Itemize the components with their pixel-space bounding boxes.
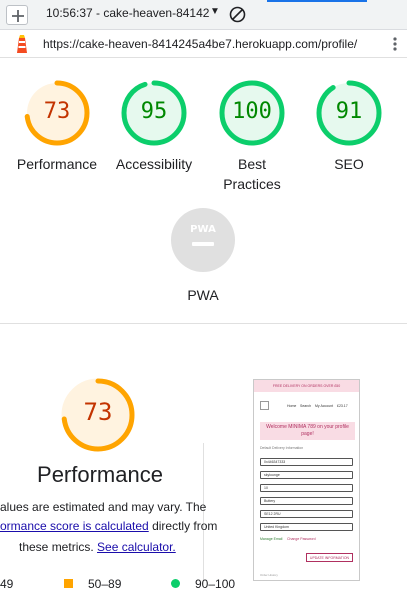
legend-pass-range: 90–100	[195, 577, 236, 591]
legend-average-square-icon	[64, 579, 73, 588]
thumb-field: United Kingdom	[260, 523, 353, 531]
thumb-field: 0x446347333	[260, 458, 353, 466]
thumb-field: skylounge	[260, 471, 353, 479]
gauge-accessibility[interactable]: 95 Accessibility	[116, 80, 192, 172]
active-tab-indicator	[267, 0, 367, 2]
lighthouse-icon	[17, 35, 27, 53]
devtools-toolbar: 10:56:37 - cake-heaven-84142 ▼	[0, 0, 407, 30]
gauge-label-best-practices: Best Practices	[223, 156, 281, 192]
page-screenshot-thumbnail[interactable]: FREE DELIVERY ON ORDERS OVER £50 Home Se…	[253, 379, 360, 581]
thumb-banner: FREE DELIVERY ON ORDERS OVER £50	[254, 380, 359, 392]
gauge-best-practices[interactable]: 100 Best Practices	[219, 80, 285, 192]
metrics-note-line3-prefix: these metrics.	[19, 540, 98, 554]
gauge-score-performance: 73	[43, 99, 71, 124]
thumb-manage-email: Manage Email	[260, 537, 283, 541]
thumb-welcome: Welcome MINIMA 789 on your profile page!	[260, 422, 355, 440]
gauge-label-performance: Performance	[16, 156, 98, 172]
performance-detail-title: Performance	[37, 462, 163, 487]
thumb-nav-home: Home	[287, 404, 297, 408]
pwa-badge-text: PWA	[190, 224, 216, 235]
thumb-change-password: Change Password	[287, 537, 316, 541]
metrics-note-line2-rest: directly from	[148, 519, 218, 533]
gauge-score-accessibility: 95	[140, 99, 168, 124]
thumb-update-button: UPDATE INFORMATION	[306, 553, 353, 562]
gauge-pwa[interactable]: PWA PWA	[171, 208, 235, 303]
gauge-label-pwa: PWA	[187, 287, 219, 303]
metrics-note-line3: these metrics. See calculator.	[19, 540, 176, 554]
gauge-score-best-practices: 100	[232, 99, 272, 124]
thumb-nav-account: My Account	[315, 404, 334, 408]
section-divider	[0, 323, 407, 324]
performance-detail-score: 73	[83, 398, 113, 426]
thumb-nav-search: Search	[300, 404, 312, 408]
thumb-footer: Order History	[260, 573, 278, 577]
kebab-menu-icon[interactable]	[389, 36, 401, 52]
thumb-section-label: Default Delivery Information	[260, 446, 304, 450]
metrics-note-line2: ormance score is calculated directly fro…	[0, 519, 217, 533]
new-report-button[interactable]	[6, 5, 28, 25]
metrics-note-line1: alues are estimated and may vary. The	[0, 500, 207, 514]
thumb-nav-cart: £23.17	[337, 404, 348, 408]
see-calculator-link[interactable]: See calculator.	[97, 540, 176, 554]
chevron-down-icon[interactable]: ▼	[210, 6, 220, 17]
url-bar: https://cake-heaven-8414245a4be7.herokua…	[0, 30, 407, 58]
page-url: https://cake-heaven-8414245a4be7.herokua…	[43, 37, 358, 51]
gauge-label-seo: SEO	[334, 156, 364, 172]
thumb-field: Buttery	[260, 497, 353, 505]
report-select[interactable]: 10:56:37 - cake-heaven-84142	[46, 6, 209, 20]
gauge-score-seo: 91	[335, 99, 363, 124]
gauge-performance[interactable]: 73 Performance	[17, 80, 97, 172]
thumb-hamburger-icon	[260, 401, 269, 410]
score-calculated-link[interactable]: ormance score is calculated	[0, 519, 149, 533]
plus-icon	[12, 10, 24, 22]
thumb-field: 10	[260, 484, 353, 492]
block-icon[interactable]	[229, 6, 246, 23]
thumb-field: SE12 2RU	[260, 510, 353, 518]
gauge-label-accessibility: Accessibility	[115, 156, 193, 172]
legend-fail-range: 49	[0, 577, 14, 591]
legend-pass-circle-icon	[171, 579, 180, 588]
pwa-badge-icon: PWA	[171, 208, 235, 272]
gauge-seo[interactable]: 91 SEO	[316, 80, 382, 172]
legend-average-range: 50–89	[88, 577, 122, 591]
